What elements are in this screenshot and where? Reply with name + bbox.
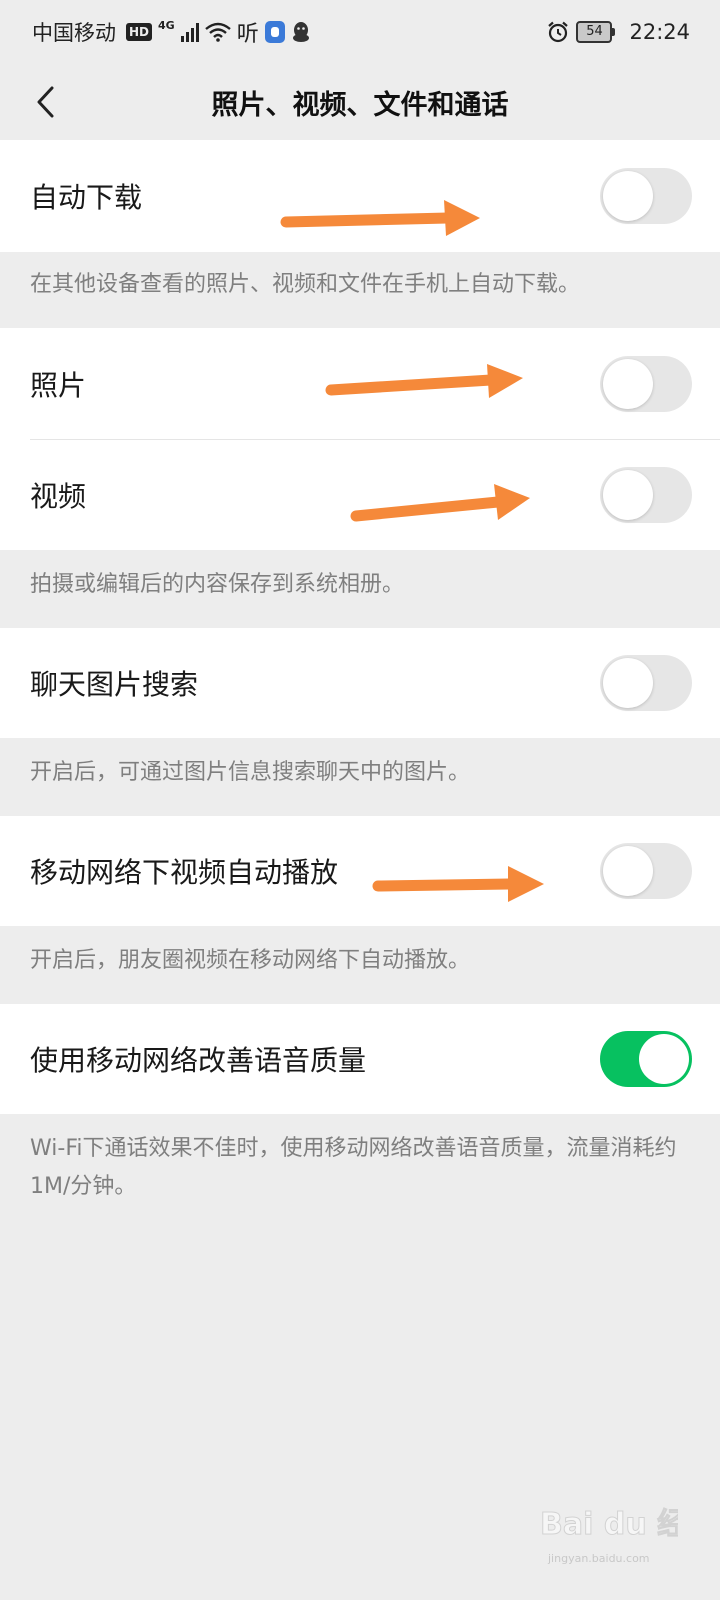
mobile-video-autoplay-toggle[interactable] bbox=[600, 843, 692, 899]
auto-download-description: 在其他设备查看的照片、视频和文件在手机上自动下载。 bbox=[30, 272, 581, 297]
app-notification-icon bbox=[264, 21, 285, 43]
chat-image-search-row[interactable]: 聊天图片搜索 bbox=[0, 628, 720, 738]
voice-quality-label: 使用移动网络改善语音质量 bbox=[30, 1044, 367, 1077]
chevron-left-icon bbox=[37, 86, 54, 118]
voice-quality-toggle[interactable] bbox=[600, 1031, 692, 1087]
battery-icon: 54 bbox=[576, 21, 616, 43]
status-right: 54 22:24 bbox=[546, 20, 690, 44]
videos-label: 视频 bbox=[30, 479, 87, 513]
carrier-name: 中国移动 bbox=[32, 21, 116, 45]
mobile-video-autoplay-label: 移动网络下视频自动播放 bbox=[30, 856, 339, 889]
voice-quality-row[interactable]: 使用移动网络改善语音质量 bbox=[0, 1004, 720, 1114]
watermark-url: jingyan.baidu.com bbox=[548, 1552, 650, 1565]
annotation-arrow bbox=[350, 484, 530, 522]
status-left: 中国移动 HD 4G 听 bbox=[32, 16, 311, 48]
annotation-arrow bbox=[325, 364, 523, 398]
auto-download-label: 自动下载 bbox=[30, 181, 143, 214]
watermark-text: Bai du 经验 bbox=[540, 1507, 678, 1542]
chat-image-search-toggle[interactable] bbox=[600, 655, 692, 711]
network-type: 4G bbox=[158, 18, 175, 32]
voice-quality-description: Wi-Fi下通话效果不佳时，使用移动网络改善语音质量，流量消耗约1M/分钟。 bbox=[30, 1136, 677, 1199]
status-time: 22:24 bbox=[629, 20, 690, 44]
mobile-video-autoplay-description: 开启后，朋友圈视频在移动网络下自动播放。 bbox=[30, 948, 471, 973]
hd-badge: HD bbox=[126, 23, 153, 41]
signal-icon bbox=[180, 22, 199, 42]
videos-toggle[interactable] bbox=[600, 466, 692, 523]
baidu-watermark-logo: Bai du 经验 bbox=[540, 1507, 679, 1543]
qq-icon bbox=[291, 21, 311, 43]
wifi-icon bbox=[204, 22, 231, 42]
listen-icon: 听 bbox=[236, 22, 259, 47]
annotation-arrow bbox=[372, 866, 544, 902]
navigation-bar: 照片、视频、文件和通话 bbox=[0, 64, 720, 140]
back-button[interactable] bbox=[22, 78, 70, 126]
chat-image-search-label: 聊天图片搜索 bbox=[30, 668, 199, 701]
status-bar: 中国移动 HD 4G 听 54 22:24 bbox=[0, 0, 720, 64]
photos-label: 照片 bbox=[30, 368, 87, 402]
mobile-video-autoplay-row[interactable]: 移动网络下视频自动播放 bbox=[0, 816, 720, 926]
photos-toggle[interactable] bbox=[600, 355, 692, 412]
page-title: 照片、视频、文件和通话 bbox=[211, 89, 509, 121]
alarm-icon bbox=[546, 20, 570, 44]
save-to-album-description: 拍摄或编辑后的内容保存到系统相册。 bbox=[30, 572, 405, 597]
battery-level: 54 bbox=[576, 21, 613, 43]
divider bbox=[30, 439, 720, 440]
annotation-arrow bbox=[280, 200, 480, 236]
chat-image-search-description: 开启后，可通过图片信息搜索聊天中的图片。 bbox=[30, 760, 471, 785]
auto-download-toggle[interactable] bbox=[600, 168, 692, 224]
